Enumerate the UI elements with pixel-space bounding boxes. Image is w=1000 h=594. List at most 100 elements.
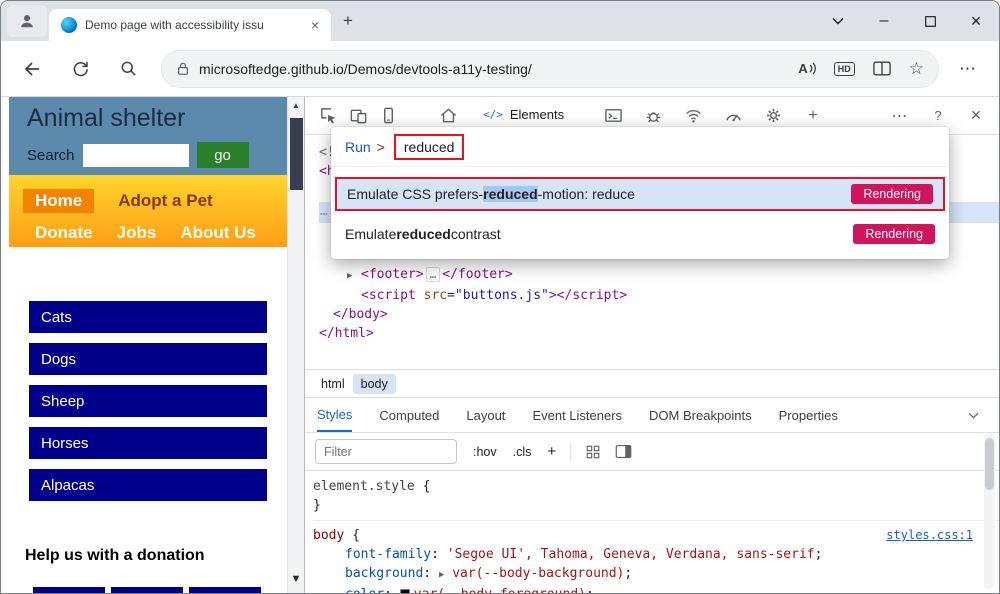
titlebar: Demo page with accessibility issu × + – … [1, 1, 999, 41]
settings-gear-icon[interactable] [758, 101, 788, 131]
close-tab-icon[interactable]: × [307, 17, 323, 33]
maximize-button[interactable] [907, 1, 953, 41]
favorites-star-icon[interactable]: ☆ [909, 59, 924, 79]
console-icon[interactable] [598, 101, 628, 131]
command-result-reduced-motion[interactable]: Emulate CSS prefers-reduced-motion: redu… [335, 177, 945, 211]
styles-tabbar: Styles Computed Layout Event Listeners D… [305, 397, 999, 433]
browser-tab[interactable]: Demo page with accessibility issu × [49, 9, 331, 41]
breadcrumb-html[interactable]: html [313, 374, 353, 394]
split-screen-icon[interactable] [873, 61, 891, 76]
tab-styles[interactable]: Styles [317, 398, 352, 432]
styles-scrollbar-thumb[interactable] [985, 438, 994, 490]
refresh-icon[interactable] [63, 52, 97, 86]
page-scrollbar[interactable]: ▲ ▼ [287, 97, 304, 593]
tab-layout[interactable]: Layout [466, 398, 505, 432]
toggle-element-classes[interactable]: .cls [513, 445, 532, 459]
swatches-grid-icon[interactable] [585, 444, 601, 460]
styles-scrollbar[interactable] [984, 433, 995, 589]
scroll-up-icon[interactable]: ▲ [288, 97, 304, 114]
command-input-row[interactable]: Run > reduced [331, 127, 949, 167]
chevron-down-icon[interactable] [968, 412, 979, 419]
scrollbar-thumb[interactable] [290, 118, 303, 190]
tab-event-listeners[interactable]: Event Listeners [532, 398, 622, 432]
css-prop-font-family[interactable]: font-family: 'Segoe UI', Tahoma, Geneva,… [313, 545, 999, 564]
performance-gauge-icon[interactable] [718, 101, 748, 131]
back-icon[interactable] [15, 52, 49, 86]
rendering-badge: Rendering [853, 224, 935, 244]
phone-icon[interactable] [373, 101, 403, 131]
element-style-close: } [313, 496, 999, 515]
dom-html-close[interactable]: </html> [319, 324, 999, 343]
breadcrumb-body[interactable]: body [353, 374, 396, 394]
close-devtools-icon[interactable]: × [961, 101, 991, 131]
devtools-right-controls: ⋯ ? × [877, 101, 991, 131]
tab-dom-breakpoints[interactable]: DOM Breakpoints [649, 398, 752, 432]
nav-donate-link[interactable]: Donate [35, 223, 93, 243]
donate-100-button[interactable]: 100 [111, 587, 183, 593]
result-text: Emulate CSS prefers- [347, 186, 483, 202]
elements-tab-label: Elements [510, 107, 564, 122]
profile-button[interactable] [7, 5, 47, 37]
add-tools-icon[interactable]: + [798, 101, 828, 131]
dom-body-close[interactable]: </body> [319, 305, 999, 324]
command-run-label: Run [345, 139, 371, 155]
address-bar[interactable]: microsoftedge.github.io/Demos/devtools-a… [161, 50, 939, 88]
devtools-panel: </> Elements [304, 97, 999, 593]
home-icon[interactable] [433, 101, 463, 131]
minimize-button[interactable]: – [861, 1, 907, 41]
close-window-button[interactable]: × [953, 1, 999, 41]
devtools-tool-icons: + [598, 101, 838, 131]
dom-footer[interactable]: ▶<footer>…</footer> [319, 265, 999, 286]
result-match: reduced [483, 186, 537, 202]
link-cats[interactable]: Cats [29, 301, 267, 333]
css-prop-color[interactable]: color: var(--body-foreground); [313, 585, 999, 593]
collapsed-content-icon: … [426, 267, 441, 282]
donate-200-button[interactable]: 200 [189, 587, 261, 593]
toggle-hover-state[interactable]: :hov [473, 445, 497, 459]
new-tab-button[interactable]: + [343, 11, 353, 31]
new-style-rule-icon[interactable]: + [547, 443, 556, 460]
command-query-highlighted[interactable]: reduced [394, 134, 465, 160]
tab-properties[interactable]: Properties [779, 398, 838, 432]
nav-home-link[interactable]: Home [23, 189, 94, 213]
toggle-sidebar-icon[interactable] [615, 444, 632, 459]
nav-jobs-link[interactable]: Jobs [117, 223, 157, 243]
stylesheet-link[interactable]: styles.css:1 [886, 526, 973, 545]
nav-about-link[interactable]: About Us [180, 223, 256, 243]
search-row: Search go [27, 142, 287, 168]
person-icon [18, 12, 36, 30]
toolbar-divider [570, 443, 571, 461]
result-text: contrast [451, 226, 501, 242]
settings-more-icon[interactable]: ⋯ [951, 52, 985, 86]
search-icon[interactable] [111, 52, 145, 86]
tab-search-chevron-icon[interactable] [815, 1, 861, 41]
inspect-icon[interactable] [313, 101, 343, 131]
element-style-rule[interactable]: element.style { [313, 477, 999, 496]
help-icon[interactable]: ? [923, 101, 953, 131]
link-alpacas[interactable]: Alpacas [29, 469, 267, 501]
css-prop-background[interactable]: background: ▶ var(--body-background); [313, 564, 999, 585]
url-text[interactable]: microsoftedge.github.io/Demos/devtools-a… [199, 61, 532, 77]
link-dogs[interactable]: Dogs [29, 343, 267, 375]
search-input[interactable] [83, 144, 189, 167]
scroll-down-icon[interactable]: ▼ [288, 573, 304, 585]
tab-computed[interactable]: Computed [379, 398, 439, 432]
link-horses[interactable]: Horses [29, 427, 267, 459]
dom-script[interactable]: <script src="buttons.js"></script> [319, 286, 999, 305]
styles-filter-input[interactable] [315, 439, 457, 464]
rule-divider [313, 520, 999, 521]
network-wifi-icon[interactable] [678, 101, 708, 131]
read-aloud-icon[interactable]: A [798, 61, 815, 76]
donate-50-button[interactable]: 50 [33, 587, 105, 593]
link-sheep[interactable]: Sheep [29, 385, 267, 417]
issues-bug-icon[interactable] [638, 101, 668, 131]
content-area: Animal shelter Search go Home Adopt a Pe… [1, 97, 999, 593]
device-toolbar-icon[interactable] [343, 101, 373, 131]
expand-icon: ▶ [347, 267, 361, 286]
nav-adopt-link[interactable]: Adopt a Pet [118, 191, 212, 211]
color-swatch[interactable] [400, 589, 410, 593]
devtools-more-icon[interactable]: ⋯ [885, 101, 915, 131]
command-result-reduced-contrast[interactable]: Emulate reduced contrast Rendering [335, 217, 945, 251]
go-button[interactable]: go [197, 142, 249, 168]
hd-icon[interactable]: HD [834, 62, 855, 76]
